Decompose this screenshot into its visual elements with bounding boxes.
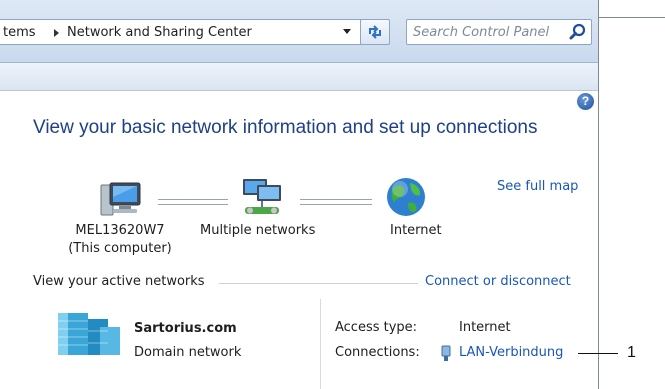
address-bar: tems Network and Sharing Center [0,0,598,63]
internet-globe-icon[interactable] [384,175,428,219]
breadcrumb-separator-icon[interactable] [54,29,59,37]
active-networks-heading: View your active networks [33,274,205,289]
refresh-button[interactable] [360,19,390,45]
network-name: Sartorius.com [134,321,237,336]
breadcrumb[interactable]: tems Network and Sharing Center [0,19,378,45]
access-type-value: Internet [459,320,511,335]
help-icon[interactable]: ? [577,93,594,110]
lan-connection-icon [441,345,451,361]
access-type-label: Access type: [335,320,418,335]
computer-subtitle: (This computer) [68,241,172,256]
connector-line [158,199,228,205]
callout-number: 1 [627,344,636,361]
multiple-networks-icon[interactable] [237,177,287,219]
breadcrumb-item-parent[interactable]: tems [3,25,36,40]
see-full-map-link[interactable]: See full map [497,179,578,194]
control-panel-window: tems Network and Sharing Center ? View y… [0,0,599,389]
internet-label: Internet [390,223,442,238]
lan-connection-link[interactable]: LAN-Verbindung [459,345,563,360]
search-box[interactable] [406,19,592,45]
multiple-networks-label: Multiple networks [200,223,316,238]
callout-line [578,353,618,354]
network-type: Domain network [134,345,242,360]
connect-or-disconnect-link[interactable]: Connect or disconnect [425,274,571,289]
search-icon[interactable] [569,23,587,41]
breadcrumb-item-current[interactable]: Network and Sharing Center [67,25,252,40]
address-dropdown-icon[interactable] [343,29,351,34]
main-content: ? View your basic network information an… [0,91,598,389]
domain-network-icon [58,313,120,355]
refresh-icon [369,25,381,39]
toolbar [0,63,598,91]
computer-icon[interactable] [99,179,143,219]
frame-edge-line [598,17,665,18]
search-input[interactable] [413,24,561,40]
section-divider [219,283,418,284]
page-title: View your basic network information and … [33,117,538,138]
connector-line [300,199,372,205]
connections-label: Connections: [335,345,420,360]
vertical-divider [320,299,321,389]
computer-name: MEL13620W7 [75,223,165,238]
